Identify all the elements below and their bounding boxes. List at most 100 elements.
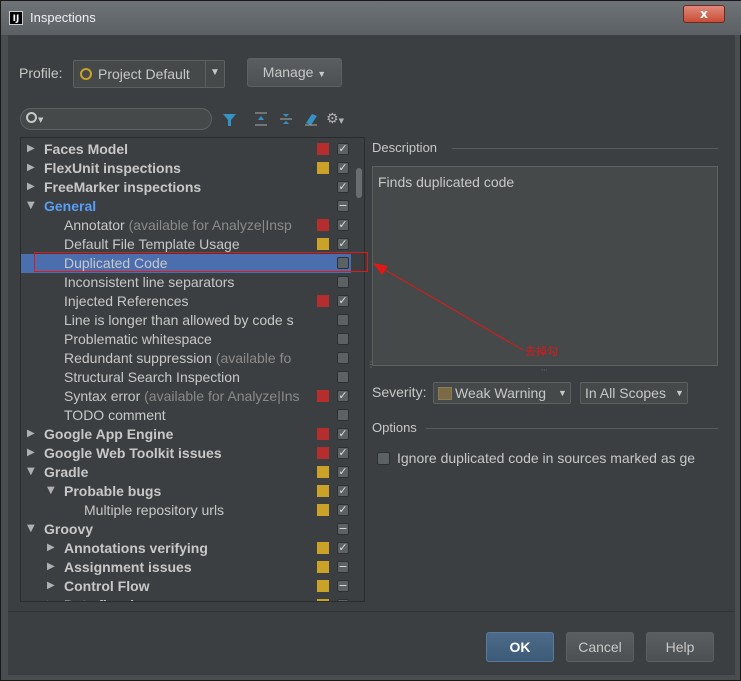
enable-checkbox[interactable]: ✓	[337, 504, 349, 516]
filter-icon[interactable]	[222, 112, 236, 126]
tree-row[interactable]: Line is longer than allowed by code s	[21, 311, 351, 330]
tree-row[interactable]: Injected References ✓	[21, 292, 351, 311]
close-button[interactable]: x	[683, 5, 725, 23]
tree-row-label: Problematic whitespace	[64, 331, 311, 347]
expand-arrow-icon[interactable]: ▶	[47, 542, 55, 553]
tree-row[interactable]: ▼ General −	[21, 197, 351, 216]
tree-row[interactable]: ▶ Data flow issues −	[21, 596, 351, 601]
window-title: Inspections	[30, 10, 96, 25]
tree-row-label: Syntax error (available for Analyze|Ins	[64, 388, 311, 404]
ignore-generated-checkbox[interactable]	[377, 452, 390, 465]
search-dropdown-icon: ▼	[38, 116, 44, 124]
profile-combo[interactable]: Project Default ▼	[73, 60, 225, 88]
enable-checkbox[interactable]: ✓	[337, 143, 349, 155]
enable-checkbox[interactable]	[337, 352, 349, 364]
enable-checkbox[interactable]: ✓	[337, 542, 349, 554]
expand-arrow-icon[interactable]: ▶	[27, 181, 35, 192]
tree-row-label: Annotations verifying	[64, 540, 311, 556]
expand-all-icon[interactable]	[253, 111, 269, 131]
tree-row[interactable]: ▶ Assignment issues −	[21, 558, 351, 577]
enable-checkbox[interactable]: −	[337, 580, 349, 592]
enable-checkbox[interactable]: ✓	[337, 219, 349, 231]
inspection-name: Injected References	[64, 293, 189, 309]
collapse-all-icon[interactable]	[278, 111, 294, 131]
tree-row[interactable]: ▶ Google App Engine ✓	[21, 425, 351, 444]
severity-combo[interactable]: Weak Warning ▼	[433, 382, 571, 404]
tree-row-label: Inconsistent line separators	[64, 274, 311, 290]
enable-checkbox[interactable]: −	[337, 523, 349, 535]
inspection-name: Problematic whitespace	[64, 331, 212, 347]
enable-checkbox[interactable]	[337, 276, 349, 288]
tree-row[interactable]: Multiple repository urls ✓	[21, 501, 351, 520]
enable-checkbox[interactable]: −	[337, 561, 349, 573]
tree-row[interactable]: ▶ Control Flow −	[21, 577, 351, 596]
collapse-arrow-icon[interactable]: ▼	[27, 523, 35, 534]
expand-arrow-icon[interactable]: ▶	[27, 428, 35, 439]
inspection-name: FlexUnit inspections	[44, 160, 181, 176]
help-button[interactable]: Help	[646, 632, 714, 662]
tree-row-label: General	[44, 198, 311, 214]
tree-row[interactable]: ▼ Groovy −	[21, 520, 351, 539]
resize-grip-icon[interactable]: ⋯	[541, 366, 548, 374]
enable-checkbox[interactable]: ✓	[337, 485, 349, 497]
search-input[interactable]: ▼	[20, 108, 212, 130]
expand-arrow-icon[interactable]: ▶	[27, 162, 35, 173]
collapse-arrow-icon[interactable]: ▼	[27, 200, 35, 211]
enable-checkbox[interactable]: ✓	[337, 466, 349, 478]
severity-swatch	[317, 162, 329, 174]
tree-row[interactable]: Annotator (available for Analyze|Insp ✓	[21, 216, 351, 235]
annotation-highlight-box	[34, 252, 368, 272]
enable-checkbox[interactable]	[337, 409, 349, 421]
expand-arrow-icon[interactable]: ▶	[47, 580, 55, 591]
tree-row-label: Gradle	[44, 464, 311, 480]
expand-arrow-icon[interactable]: ▶	[27, 447, 35, 458]
tree-scrollbar[interactable]	[353, 138, 363, 601]
enable-checkbox[interactable]: −	[337, 599, 349, 601]
tree-row[interactable]: Syntax error (available for Analyze|Ins ✓	[21, 387, 351, 406]
manage-button[interactable]: Manage ▼	[247, 58, 342, 87]
enable-checkbox[interactable]	[337, 333, 349, 345]
settings-gear-icon[interactable]: ⚙▼	[326, 111, 344, 127]
enable-checkbox[interactable]	[337, 314, 349, 326]
tree-row[interactable]: ▶ FlexUnit inspections ✓	[21, 159, 351, 178]
collapse-arrow-icon[interactable]: ▼	[47, 485, 55, 496]
enable-checkbox[interactable]: ✓	[337, 390, 349, 402]
enable-checkbox[interactable]: ✓	[337, 428, 349, 440]
enable-checkbox[interactable]: ✓	[337, 181, 349, 193]
tree-row[interactable]: ▶ Annotations verifying ✓	[21, 539, 351, 558]
splitter-handle[interactable]: ⋮	[367, 360, 375, 374]
tree-row[interactable]: ▼ Gradle ✓	[21, 463, 351, 482]
enable-checkbox[interactable]: −	[337, 200, 349, 212]
scope-combo[interactable]: In All Scopes ▼	[580, 382, 688, 404]
tree-row[interactable]: ▶ Faces Model ✓	[21, 140, 351, 159]
cancel-button[interactable]: Cancel	[566, 632, 634, 662]
severity-swatch	[317, 295, 329, 307]
footer-separator	[8, 611, 735, 612]
tree-row[interactable]: ▼ Probable bugs ✓	[21, 482, 351, 501]
reset-eraser-icon[interactable]	[303, 111, 319, 131]
tree-row[interactable]: Problematic whitespace	[21, 330, 351, 349]
enable-checkbox[interactable]: ✓	[337, 447, 349, 459]
collapse-arrow-icon[interactable]: ▼	[27, 466, 35, 477]
inspection-tree[interactable]: ▶ Faces Model ✓ ▶ FlexUnit inspections ✓ ▶ Free…	[20, 137, 365, 602]
tree-row[interactable]: ▶ FreeMarker inspections ✓	[21, 178, 351, 197]
expand-arrow-icon[interactable]: ▶	[47, 599, 55, 601]
tree-row-label: Multiple repository urls	[84, 502, 311, 518]
tree-row[interactable]: Structural Search Inspection	[21, 368, 351, 387]
inspection-name: Groovy	[44, 521, 94, 537]
enable-checkbox[interactable]	[337, 371, 349, 383]
ok-button[interactable]: OK	[486, 632, 554, 662]
tree-row-label: FlexUnit inspections	[44, 160, 311, 176]
enable-checkbox[interactable]: ✓	[337, 238, 349, 250]
inspection-name: Annotator	[64, 217, 125, 233]
expand-arrow-icon[interactable]: ▶	[27, 143, 35, 154]
tree-row[interactable]: ▶ Google Web Toolkit issues ✓	[21, 444, 351, 463]
tree-row[interactable]: Inconsistent line separators	[21, 273, 351, 292]
tree-row[interactable]: Redundant suppression (available fo	[21, 349, 351, 368]
tree-row-label: Control Flow	[64, 578, 311, 594]
enable-checkbox[interactable]: ✓	[337, 295, 349, 307]
tree-row[interactable]: TODO comment	[21, 406, 351, 425]
expand-arrow-icon[interactable]: ▶	[47, 561, 55, 572]
enable-checkbox[interactable]: ✓	[337, 162, 349, 174]
tree-scroll-thumb[interactable]	[356, 168, 362, 198]
